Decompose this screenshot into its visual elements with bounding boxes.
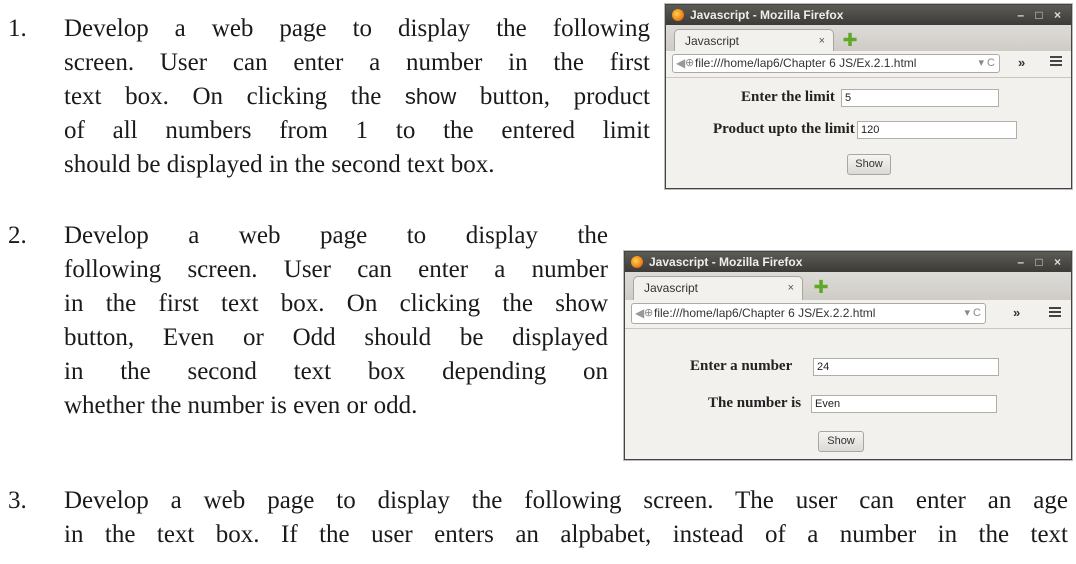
text-line: of all numbers from 1 to the entered lim…	[64, 117, 650, 144]
field2-label: Product upto the limit	[713, 121, 855, 137]
question-3: 3. Develop a web page to display the fol…	[0, 484, 1076, 556]
page-content: Enter the limit 5 Product upto the limit…	[666, 78, 1071, 188]
firefox-window-1: Javascript - Mozilla Firefox – □ × Javas…	[665, 4, 1072, 189]
text-line: in the text box. If the user enters an a…	[64, 521, 1068, 548]
tab-label: Javascript	[685, 34, 740, 48]
question-text: Develop a web page to display the follow…	[64, 219, 608, 423]
firefox-window-2: Javascript - Mozilla Firefox – □ × Javas…	[624, 251, 1072, 460]
window-controls-icon[interactable]: – □ ×	[1017, 5, 1065, 25]
show-button[interactable]: Show	[818, 431, 864, 452]
new-tab-icon[interactable]: ✚	[842, 31, 858, 49]
globe-icon: ⊕	[644, 307, 654, 319]
new-tab-icon[interactable]: ✚	[813, 278, 829, 296]
text-fragment: button, product	[479, 83, 650, 110]
nav-bar: ◀ ⊕ file:///home/lap6/Chapter 6 JS/Ex.2.…	[666, 51, 1071, 78]
product-output[interactable]: 120	[857, 121, 1017, 139]
text-fragment: text box. On clicking the	[64, 83, 382, 110]
overflow-chevron-icon[interactable]: »	[1018, 55, 1025, 70]
back-icon[interactable]: ◀	[676, 55, 685, 72]
limit-input[interactable]: 5	[841, 89, 999, 107]
title-bar: Javascript - Mozilla Firefox – □ ×	[666, 5, 1071, 25]
globe-icon: ⊕	[685, 57, 695, 69]
question-2: 2. Develop a web page to display the fol…	[0, 219, 620, 423]
tab-javascript[interactable]: Javascript ×	[633, 276, 803, 300]
field2-label: The number is	[708, 395, 802, 411]
overflow-chevron-icon[interactable]: »	[1013, 305, 1020, 320]
question-number: 3.	[8, 487, 27, 514]
text-line: button, Even or Odd should be displayed	[64, 324, 608, 351]
url-bar[interactable]: ◀ ⊕ file:///home/lap6/Chapter 6 JS/Ex.2.…	[631, 303, 986, 324]
text-line: following screen. User can enter a numbe…	[64, 256, 608, 283]
result-output[interactable]: Even	[811, 395, 997, 413]
text-line: text box. On clicking the show button, p…	[64, 80, 650, 114]
question-text: Develop a web page to display the follow…	[64, 484, 1068, 552]
menu-icon[interactable]	[1050, 56, 1062, 58]
url-text: file:///home/lap6/Chapter 6 JS/Ex.2.1.ht…	[695, 56, 917, 70]
firefox-logo-icon	[631, 256, 643, 268]
nav-bar: ◀ ⊕ file:///home/lap6/Chapter 6 JS/Ex.2.…	[625, 300, 1071, 329]
question-number: 1.	[8, 15, 27, 42]
field1-label: Enter the limit	[741, 89, 835, 105]
url-bar[interactable]: ◀ ⊕ file:///home/lap6/Chapter 6 JS/Ex.2.…	[672, 54, 1000, 73]
text-line: Develop a web page to display the follow…	[64, 487, 1068, 514]
window-title: Javascript - Mozilla Firefox	[649, 255, 803, 269]
tab-strip: Javascript × ✚	[666, 25, 1071, 51]
show-button[interactable]: Show	[847, 154, 891, 175]
window-title: Javascript - Mozilla Firefox	[690, 8, 844, 22]
tab-label: Javascript	[644, 281, 699, 295]
tab-strip: Javascript × ✚	[625, 272, 1071, 300]
reload-icon[interactable]: ▾ C	[978, 55, 995, 72]
window-controls-icon[interactable]: – □ ×	[1017, 252, 1065, 272]
reload-icon[interactable]: ▾ C	[964, 304, 981, 323]
field1-label: Enter a number	[690, 358, 793, 374]
close-icon[interactable]: ×	[788, 277, 794, 299]
text-line: Develop a web page to display the	[64, 222, 608, 249]
question-number: 2.	[8, 222, 27, 249]
tab-javascript[interactable]: Javascript ×	[674, 29, 834, 51]
question-text: Develop a web page to display the follow…	[64, 12, 650, 182]
text-line: should be displayed in the second text b…	[64, 151, 495, 178]
text-line: Develop a web page to display the follow…	[64, 15, 650, 42]
question-1: 1. Develop a web page to display the fol…	[0, 12, 650, 216]
page-content: Enter a number 24 The number is Even Sho…	[625, 329, 1071, 459]
number-input[interactable]: 24	[813, 358, 999, 376]
text-line: whether the number is even or odd.	[64, 392, 418, 419]
keyword-show: show	[404, 84, 457, 109]
menu-icon[interactable]	[1049, 307, 1061, 309]
close-icon[interactable]: ×	[819, 30, 825, 52]
text-line: in the first text box. On clicking the s…	[64, 290, 608, 317]
title-bar: Javascript - Mozilla Firefox – □ ×	[625, 252, 1071, 272]
text-line: screen. User can enter a number in the f…	[64, 49, 650, 76]
firefox-logo-icon	[672, 9, 684, 21]
back-icon[interactable]: ◀	[635, 304, 644, 323]
url-text: file:///home/lap6/Chapter 6 JS/Ex.2.2.ht…	[654, 306, 876, 320]
text-line: in the second text box depending on	[64, 358, 608, 385]
